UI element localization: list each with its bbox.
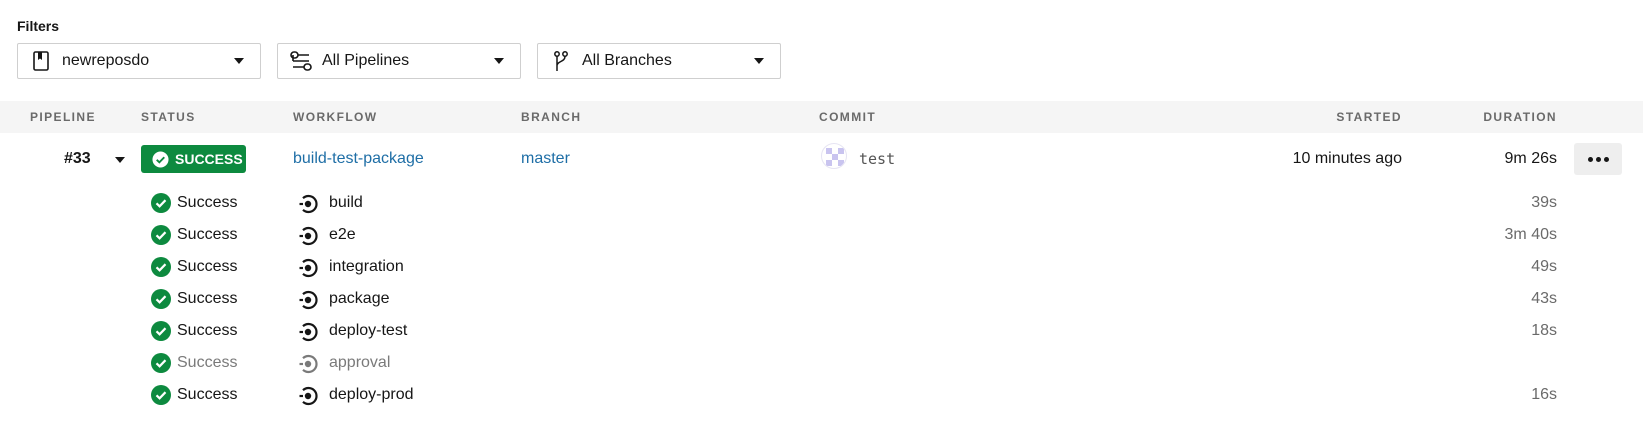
job-status: Success (177, 258, 238, 275)
chevron-down-icon (754, 58, 764, 64)
job-name[interactable]: integration (329, 258, 404, 276)
success-check-icon (151, 321, 171, 341)
pipeline-duration: 9m 26s (1504, 150, 1557, 167)
job-duration: 49s (1531, 258, 1557, 275)
job-icon (299, 290, 318, 310)
pipeline-row: #33 SUCCESS build-test-package master te… (0, 140, 1643, 180)
job-status: Success (177, 354, 238, 371)
collapse-caret-icon[interactable] (115, 157, 125, 163)
job-row[interactable]: Success deploy-test 18s (0, 319, 1643, 345)
job-name[interactable]: deploy-test (329, 322, 407, 340)
job-name[interactable]: e2e (329, 226, 356, 244)
status-badge-label: SUCCESS (175, 151, 243, 167)
success-check-icon (151, 257, 171, 277)
workflow-link[interactable]: build-test-package (293, 150, 424, 168)
job-icon (299, 194, 318, 214)
job-duration: 16s (1531, 386, 1557, 403)
job-status: Success (177, 194, 238, 211)
job-row[interactable]: Success package 43s (0, 287, 1643, 313)
job-status: Success (177, 226, 238, 243)
started-time: 10 minutes ago (1292, 150, 1402, 167)
success-check-icon (151, 289, 171, 309)
dot (1587, 156, 1593, 162)
bookmark-icon (30, 50, 52, 72)
branch-icon (550, 50, 572, 72)
commit-message[interactable]: test (859, 150, 895, 168)
pipelines-filter-value: All Pipelines (322, 52, 410, 69)
chevron-down-icon (494, 58, 504, 64)
header-pipeline: Pipeline (30, 110, 96, 124)
job-duration: 3m 40s (1504, 226, 1557, 243)
job-icon (299, 386, 318, 406)
header-branch: Branch (521, 110, 582, 124)
header-status: Status (141, 110, 196, 124)
branches-filter-dropdown[interactable]: All Branches (537, 43, 781, 79)
more-actions-button[interactable] (1574, 143, 1622, 175)
status-badge[interactable]: SUCCESS (141, 145, 246, 173)
pipelines-filter-dropdown[interactable]: All Pipelines (277, 43, 521, 79)
job-row[interactable]: Success e2e 3m 40s (0, 223, 1643, 249)
job-row[interactable]: Success integration 49s (0, 255, 1643, 281)
job-icon (299, 226, 318, 246)
success-check-icon (151, 385, 171, 405)
branches-filter-value: All Branches (582, 52, 672, 69)
job-name[interactable]: build (329, 194, 363, 212)
project-filter-dropdown[interactable]: newreposdo (17, 43, 261, 79)
job-icon (299, 258, 318, 278)
check-circle-icon (152, 150, 169, 168)
job-status: Success (177, 290, 238, 307)
branch-link[interactable]: master (521, 150, 570, 168)
filters-label: Filters (17, 18, 60, 34)
header-started: Started (1336, 110, 1402, 124)
success-check-icon (151, 193, 171, 213)
header-commit: Commit (819, 110, 877, 124)
job-icon (299, 322, 318, 342)
job-row[interactable]: Success deploy-prod 16s (0, 383, 1643, 409)
job-duration: 18s (1531, 322, 1557, 339)
success-check-icon (151, 225, 171, 245)
pipeline-number: #33 (64, 150, 91, 167)
pipeline-icon (290, 50, 312, 72)
job-name[interactable]: approval (329, 354, 390, 372)
job-status: Success (177, 322, 238, 339)
job-status: Success (177, 386, 238, 403)
table-header: Pipeline Status Workflow Branch Commit S… (0, 101, 1643, 133)
dot (1595, 156, 1601, 162)
job-duration: 43s (1531, 290, 1557, 307)
avatar (821, 143, 847, 169)
dot (1603, 156, 1609, 162)
job-row[interactable]: Success approval (0, 351, 1643, 377)
job-name[interactable]: package (329, 290, 390, 308)
header-duration: Duration (1483, 110, 1557, 124)
header-workflow: Workflow (293, 110, 378, 124)
chevron-down-icon (234, 58, 244, 64)
job-name[interactable]: deploy-prod (329, 386, 414, 404)
job-duration: 39s (1531, 194, 1557, 211)
success-check-icon (151, 353, 171, 373)
job-row[interactable]: Success build 39s (0, 191, 1643, 217)
project-filter-value: newreposdo (62, 52, 150, 69)
job-icon (299, 354, 318, 374)
